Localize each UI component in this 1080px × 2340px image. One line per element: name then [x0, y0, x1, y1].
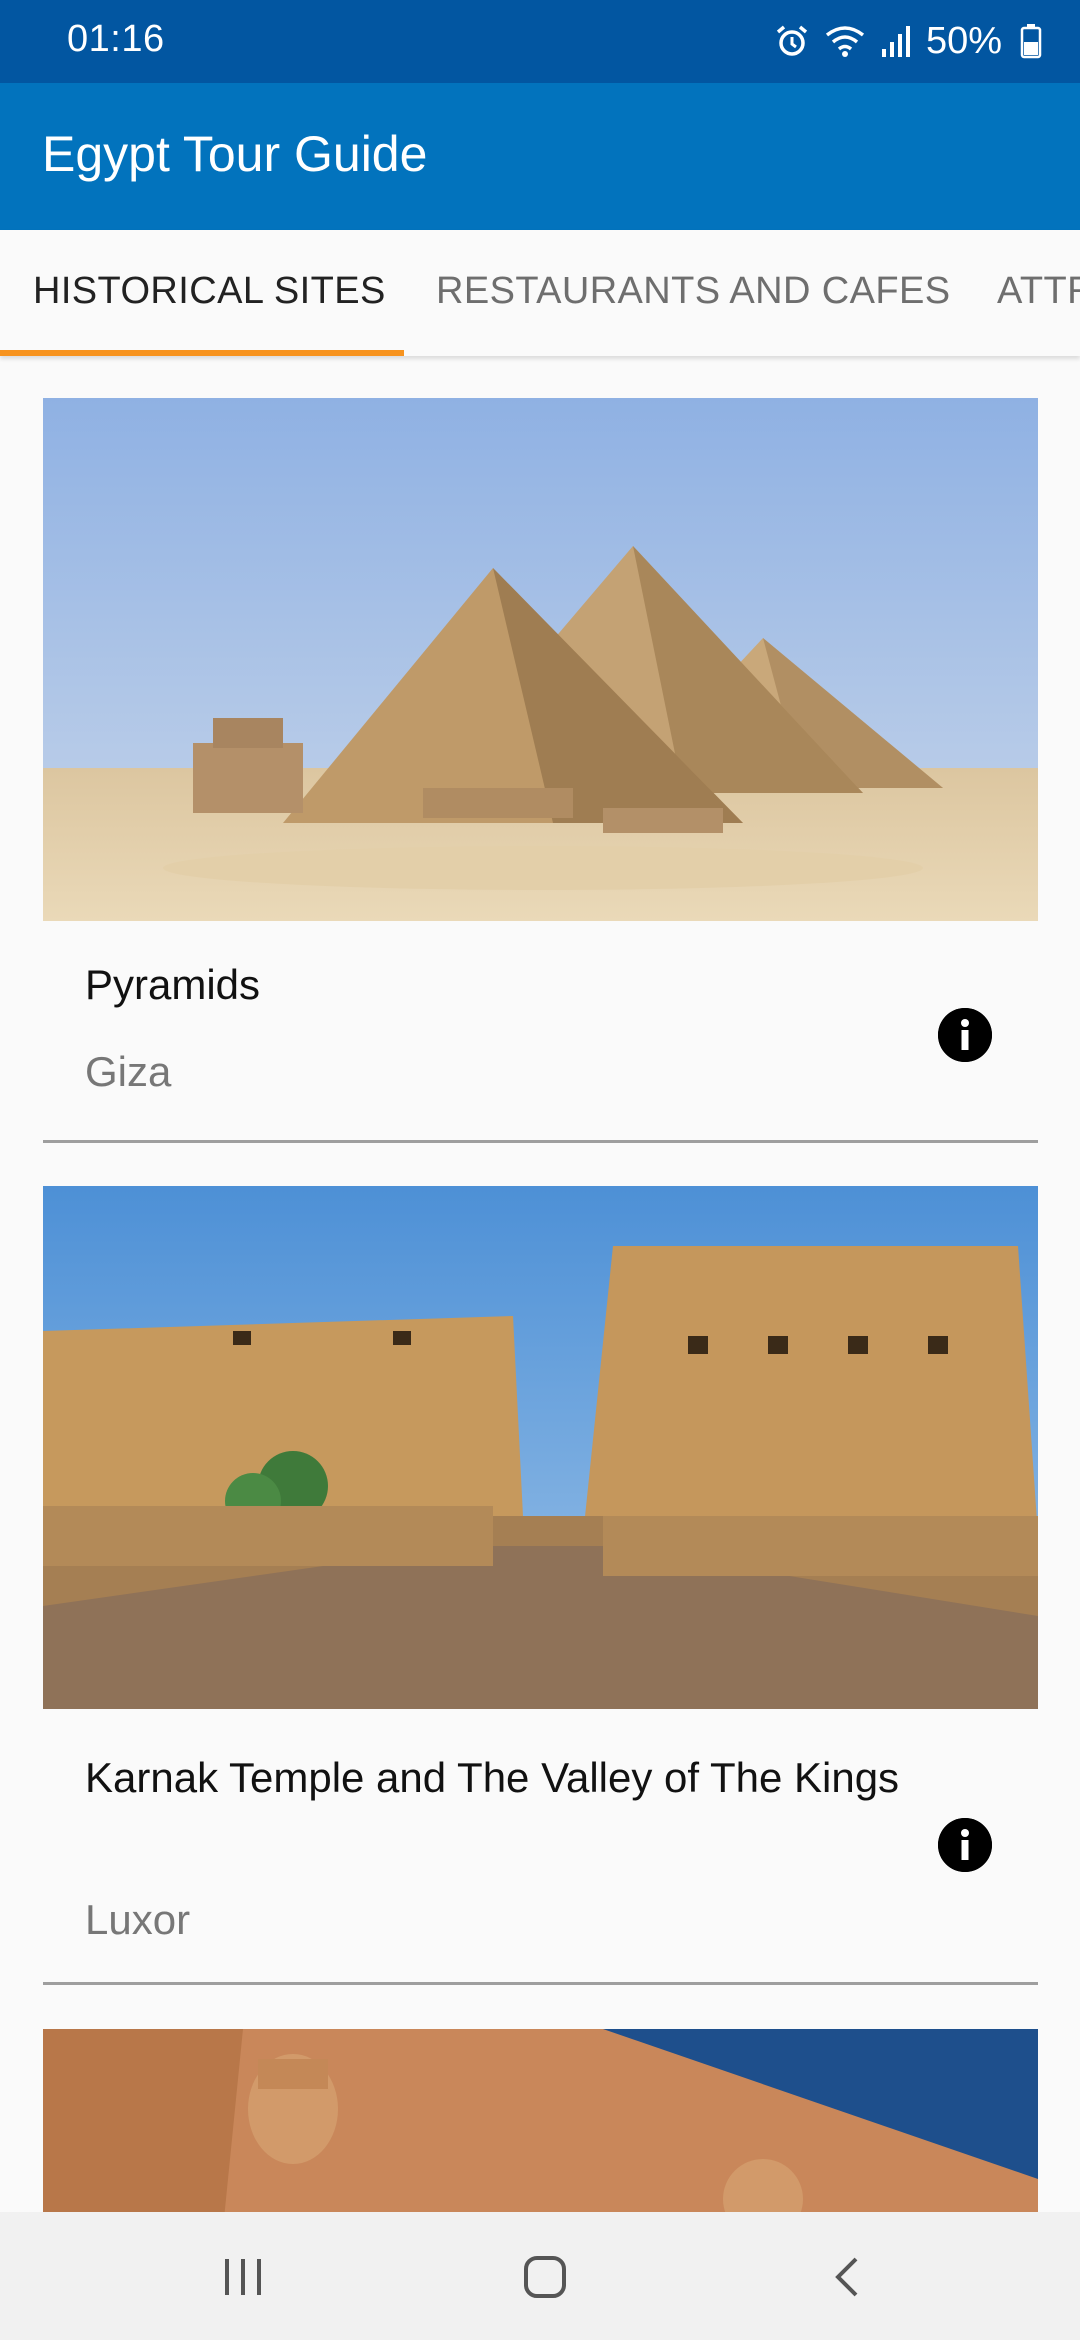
alarm-icon [774, 23, 810, 59]
back-icon[interactable] [812, 2242, 882, 2312]
status-bar: 01:16 50% [0, 0, 1080, 83]
battery-icon [1020, 23, 1042, 59]
divider [43, 1982, 1038, 1985]
tab-attractions[interactable]: ATTR [997, 270, 1080, 313]
site-card-abu-simbel[interactable] [43, 2029, 1038, 2212]
wifi-icon [824, 23, 866, 59]
abu-simbel-photo [43, 2029, 1038, 2212]
battery-percent: 50% [925, 19, 1002, 62]
karnak-temple-photo [43, 1186, 1038, 1709]
app-title: Egypt Tour Guide [42, 126, 428, 182]
info-icon[interactable] [938, 1818, 992, 1872]
info-icon[interactable] [938, 1008, 992, 1062]
home-icon[interactable] [510, 2242, 580, 2312]
sites-list[interactable]: Pyramids Giza Karnak Temple and The Vall… [0, 356, 1080, 2212]
site-title: Pyramids [85, 961, 261, 1008]
status-time: 01:16 [67, 18, 165, 60]
status-icons: 50% [774, 16, 1042, 66]
screen: 01:16 50% Egypt Tour Guide HISTORICAL SI… [0, 0, 1080, 2340]
navigation-bar [0, 2212, 1080, 2340]
recent-apps-icon[interactable] [208, 2242, 278, 2312]
site-card-karnak[interactable]: Karnak Temple and The Valley of The King… [43, 1186, 1038, 1986]
tab-restaurants-and-cafes[interactable]: RESTAURANTS AND CAFES [436, 270, 950, 313]
tab-bar: HISTORICAL SITES RESTAURANTS AND CAFES A… [0, 230, 1080, 356]
site-location: Giza [85, 1048, 172, 1095]
site-location: Luxor [85, 1896, 191, 1943]
site-title: Karnak Temple and The Valley of The King… [85, 1754, 900, 1801]
site-card-pyramids[interactable]: Pyramids Giza [43, 398, 1038, 1143]
signal-icon [880, 23, 912, 59]
app-bar: Egypt Tour Guide [0, 83, 1080, 230]
tab-historical-sites[interactable]: HISTORICAL SITES [33, 270, 386, 313]
divider [43, 1140, 1038, 1143]
pyramids-photo [43, 398, 1038, 921]
